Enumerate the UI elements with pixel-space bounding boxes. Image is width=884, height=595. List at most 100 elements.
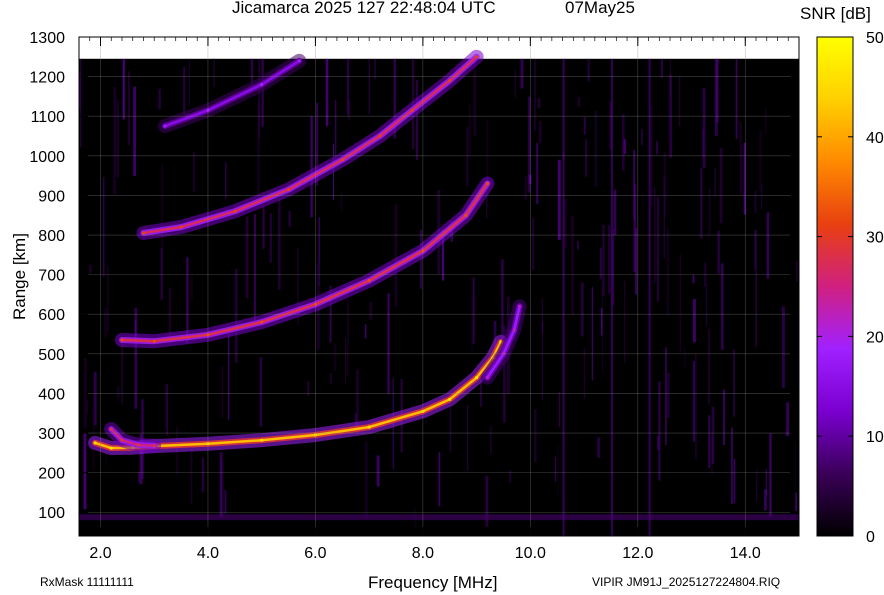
noise-streak — [765, 108, 767, 135]
noise-streak — [594, 111, 598, 187]
trace-point — [179, 225, 183, 229]
noise-streak — [669, 58, 671, 92]
noise-streak — [723, 389, 725, 445]
noise-streak — [307, 380, 310, 397]
noise-streak — [122, 58, 125, 120]
noise-streak — [759, 129, 762, 193]
noise-streak — [756, 469, 758, 502]
trace-point — [152, 444, 156, 448]
noise-streak — [554, 456, 557, 482]
y-tick-label: 500 — [38, 347, 65, 364]
noise-streak — [127, 71, 131, 145]
noise-streak — [695, 354, 697, 459]
noise-streak — [201, 457, 205, 493]
trace-point — [367, 279, 371, 283]
noise-streak — [387, 293, 390, 394]
ionogram-plot: 2.0 4.0 6.0 8.0 10.0 12.0 14.01002003004005006… — [29, 30, 884, 562]
y-tick-label: 1000 — [29, 149, 65, 166]
noise-streak — [591, 286, 593, 381]
trace-point — [287, 187, 291, 192]
noise-streak — [754, 190, 757, 214]
noise-streak — [449, 404, 452, 453]
y-tick-label: 1300 — [29, 30, 65, 47]
noise-streak — [764, 489, 767, 511]
noise-streak — [693, 298, 696, 343]
noise-streak — [769, 433, 772, 517]
noise-streak — [368, 58, 370, 115]
noise-streak — [587, 58, 590, 82]
noise-streak — [731, 427, 733, 504]
noise-streak — [469, 104, 471, 156]
trace-point — [141, 231, 146, 235]
noise-streak — [466, 405, 469, 471]
y-tick-label: 400 — [38, 386, 65, 403]
noise-streak — [212, 58, 215, 87]
noise-streak — [711, 406, 715, 464]
noise-streak — [225, 162, 227, 199]
trace-point — [120, 338, 124, 342]
noise-streak — [755, 269, 757, 348]
noise-streak — [537, 98, 541, 109]
noise-streak — [103, 177, 105, 277]
noise-streak — [80, 58, 82, 148]
noise-streak — [219, 452, 223, 518]
noise-streak — [692, 361, 695, 442]
trace-point — [260, 438, 264, 442]
noise-streak — [700, 168, 703, 239]
noise-streak — [583, 347, 586, 399]
noise-streak — [577, 240, 579, 250]
trace-point — [120, 438, 124, 442]
noise-streak — [658, 381, 661, 481]
interference-line — [648, 58, 651, 537]
noise-streak — [580, 282, 584, 337]
noise-streak — [786, 402, 789, 436]
colorbar-tick-label: 10 — [866, 429, 884, 446]
noise-streak — [509, 470, 512, 483]
trace-point — [448, 79, 452, 83]
noise-streak — [471, 295, 473, 352]
noise-streak — [262, 206, 265, 249]
noise-streak — [583, 116, 586, 135]
noise-streak — [532, 218, 534, 270]
noise-streak — [733, 349, 735, 417]
noise-streak — [717, 230, 720, 274]
trace-point — [163, 124, 167, 128]
trace-point — [93, 441, 97, 445]
noise-streak — [235, 268, 238, 363]
noise-streak — [678, 76, 681, 127]
noise-streak — [743, 142, 746, 215]
colorbar-tick-label: 40 — [866, 130, 884, 147]
noise-streak — [258, 58, 260, 138]
noise-streak — [571, 215, 574, 315]
noise-streak — [376, 455, 380, 487]
noise-streak — [116, 386, 120, 398]
x-tick-label: 2.0 — [89, 545, 111, 562]
colorbar — [816, 36, 854, 537]
noise-streak — [345, 338, 347, 385]
interference-band — [79, 514, 799, 521]
trace-point — [340, 158, 344, 162]
noise-streak — [702, 129, 705, 158]
noise-streak — [183, 67, 186, 115]
y-tick-label: 100 — [38, 505, 65, 522]
x-tick-label: 12.0 — [622, 545, 653, 562]
noise-streak — [473, 58, 477, 137]
trace-point — [367, 425, 371, 429]
trace-point — [378, 134, 382, 138]
x-tick-label: 8.0 — [412, 545, 434, 562]
noise-streak — [714, 58, 718, 136]
noise-streak — [121, 340, 124, 404]
noise-streak — [557, 444, 559, 498]
trace-point — [109, 446, 113, 450]
noise-streak — [224, 490, 227, 514]
noise-streak — [466, 126, 469, 186]
noise-streak — [708, 415, 711, 468]
noise-streak — [104, 308, 108, 337]
noise-streak — [369, 301, 373, 320]
noise-streak — [721, 263, 724, 350]
noise-streak — [538, 121, 542, 144]
noise-streak — [558, 392, 561, 428]
y-tick-label: 1100 — [31, 109, 66, 126]
trace-point — [233, 209, 237, 213]
noise-streak — [158, 88, 161, 110]
